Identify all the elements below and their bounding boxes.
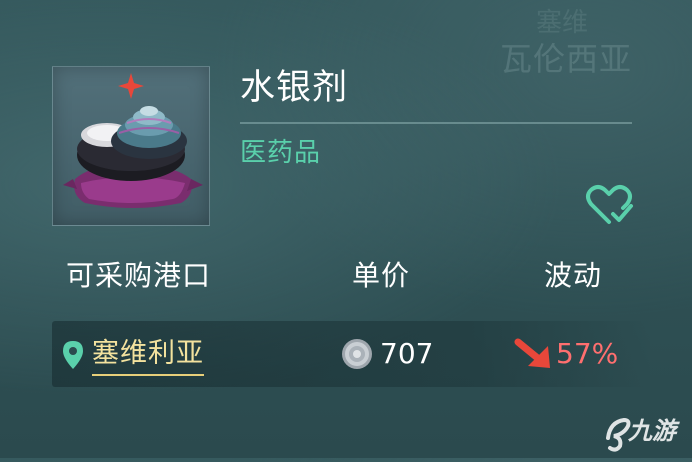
- header-price: 单价: [352, 259, 411, 292]
- unit-price: 707: [380, 337, 434, 370]
- mercury-jar-icon: [63, 73, 203, 208]
- background-faded-text-top: 塞维: [536, 8, 589, 38]
- port-link[interactable]: 塞维利亚: [92, 334, 204, 376]
- favorite-heart-check-icon[interactable]: [583, 184, 635, 226]
- item-name: 水银剂: [240, 68, 349, 108]
- price-change-percent: 57%: [556, 337, 619, 370]
- location-pin-icon: [62, 340, 84, 370]
- header-port: 可采购港口: [66, 259, 212, 292]
- watermark-text: 九游: [628, 417, 676, 445]
- silver-coin-icon: [340, 337, 374, 371]
- item-category: 医药品: [240, 138, 322, 168]
- header-change: 波动: [544, 259, 603, 292]
- item-thumbnail: [52, 66, 210, 226]
- title-divider: [240, 122, 632, 124]
- trend-down-arrow-icon: [514, 336, 556, 372]
